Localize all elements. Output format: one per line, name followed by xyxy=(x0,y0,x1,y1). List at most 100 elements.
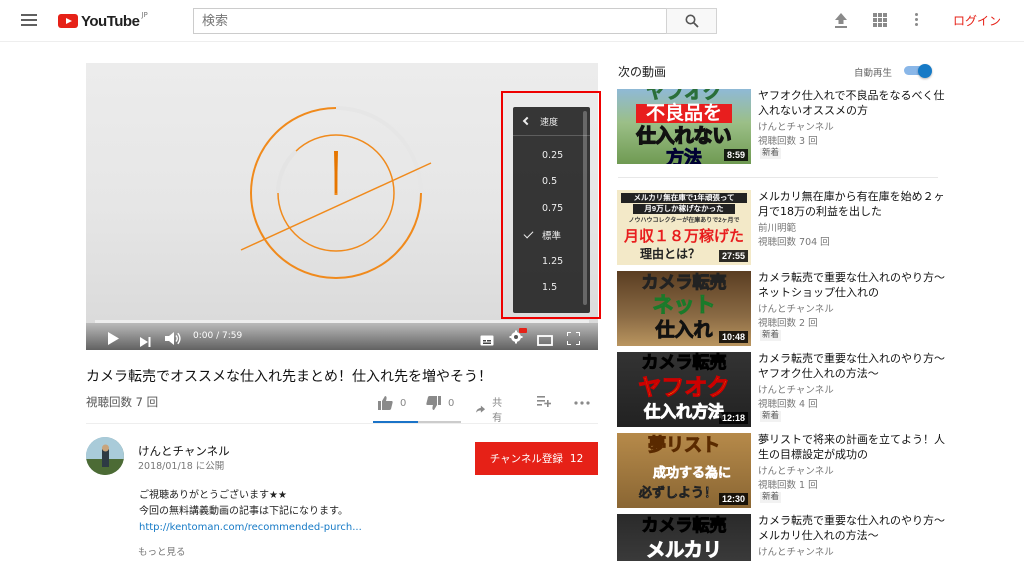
recommended-video[interactable]: カメラ転売 ネット 仕入れ 10:48 カメラ転売で重要な仕入れのやり方〜ネット… xyxy=(617,271,950,346)
speed-option[interactable]: 1.25 xyxy=(513,248,590,275)
theater-mode-button[interactable] xyxy=(537,331,553,350)
recommended-title[interactable]: カメラ転売で重要な仕入れのやり方〜ヤフオク仕入れの方法〜 xyxy=(758,352,950,381)
recommended-channel: けんとチャンネル xyxy=(758,466,834,477)
play-button[interactable] xyxy=(107,330,119,349)
login-link[interactable]: ログイン xyxy=(953,12,1001,29)
recommended-video[interactable]: カメラ転売 メルカリ カメラ転売で重要な仕入れのやり方〜メルカリ仕入れの方法〜 … xyxy=(617,514,950,561)
share-icon xyxy=(476,405,486,413)
video-player[interactable]: 速度 0.25 0.5 0.75 標準 1.25 1.5 0:00 / 7:59 xyxy=(86,63,598,350)
fullscreen-button[interactable] xyxy=(566,330,581,349)
video-description: ご視聴ありがとうございます★★ 今回の無料講義動画の記事は下記になります。 ht… xyxy=(139,488,362,536)
top-bar: YouTube JP ログイン xyxy=(0,0,1024,42)
recommended-channel: 前川明範 xyxy=(758,223,797,234)
like-count: 0 xyxy=(400,397,407,409)
recommended-title[interactable]: ヤフオク仕入れで不良品をなるべく仕入れないオススメの方 xyxy=(758,89,950,118)
settings-button[interactable] xyxy=(509,328,527,348)
recommended-channel: けんとチャンネル xyxy=(758,304,834,315)
recommended-video[interactable]: ヤフオク 不良品を 仕入れない 方法 8:59 ヤフオク仕入れで不良品をなるべく… xyxy=(617,89,950,164)
share-button[interactable]: 共有 xyxy=(476,394,506,424)
speed-option[interactable]: 0.75 xyxy=(513,195,590,222)
recommended-title[interactable]: メルカリ無在庫から有在庫を始め２ヶ月で18万の利益を出した xyxy=(758,190,950,219)
video-thumbnail[interactable]: カメラ転売 ネット 仕入れ 10:48 xyxy=(617,271,751,346)
upload-icon[interactable] xyxy=(834,11,848,29)
speed-menu-title: 速度 xyxy=(540,117,559,128)
dislike-button[interactable]: 0 xyxy=(426,396,454,410)
recommended-channel: けんとチャンネル xyxy=(758,547,834,558)
video-thumbnail[interactable]: ヤフオク 不良品を 仕入れない 方法 8:59 xyxy=(617,89,751,164)
player-controls: 0:00 / 7:59 xyxy=(86,323,598,350)
video-thumbnail[interactable]: カメラ転売 メルカリ xyxy=(617,514,751,561)
recommended-views: 視聴回数 3 回 xyxy=(758,136,818,147)
video-duration: 10:48 xyxy=(718,331,748,343)
thumbnail-text: 月収１８万稼げた xyxy=(623,228,744,245)
search-button[interactable] xyxy=(666,8,717,34)
speed-option[interactable]: 1.5 xyxy=(513,275,590,302)
video-duration: 8:59 xyxy=(723,149,748,161)
speed-option[interactable]: 標準 xyxy=(513,222,590,249)
thumbnail-text: ノウハウコレクターが在庫ありで2ヶ月で xyxy=(628,218,740,224)
recommended-video[interactable]: カメラ転売 ヤフオク 仕入れ方法 12:18 カメラ転売で重要な仕入れのやり方〜… xyxy=(617,352,950,427)
share-label: 共有 xyxy=(492,398,503,424)
youtube-logo[interactable]: YouTube JP xyxy=(58,11,148,31)
add-to-playlist-button[interactable] xyxy=(537,395,551,407)
channel-name[interactable]: けんとチャンネル xyxy=(138,443,230,459)
speed-option-label: 1.25 xyxy=(542,255,564,267)
video-thumbnail[interactable]: カメラ転売 ヤフオク 仕入れ方法 12:18 xyxy=(617,352,751,427)
subscribe-button[interactable]: チャンネル登録 12 xyxy=(475,442,598,475)
recommended-video[interactable]: メルカリ無在庫で1年頑張って 月9万しか稼げなかった ノウハウコレクターが在庫あ… xyxy=(617,190,950,265)
recommended-title[interactable]: カメラ転売で重要な仕入れのやり方〜メルカリ仕入れの方法〜 xyxy=(758,514,950,543)
thumbnail-text: ヤフオク xyxy=(646,89,723,103)
video-thumbnail[interactable]: メルカリ無在庫で1年頑張って 月9万しか稼げなかった ノウハウコレクターが在庫あ… xyxy=(617,190,751,265)
play-icon xyxy=(108,332,119,345)
volume-button[interactable] xyxy=(165,330,182,349)
thumbnail-text: メルカリ無在庫で1年頑張って xyxy=(621,193,747,203)
time-display: 0:00 / 7:59 xyxy=(193,331,243,341)
channel-avatar[interactable] xyxy=(86,437,124,475)
thumbnail-text: メルカリ xyxy=(646,540,722,561)
new-badge: 新着 xyxy=(760,492,782,503)
logo-wordmark: YouTube xyxy=(81,12,140,30)
recommended-title[interactable]: 夢リストで将来の計画を立てよう！人生の目標設定が成功の xyxy=(758,433,950,462)
video-thumbnail[interactable]: 夢リスト 成功する為に 必ずしよう！ 12:30 xyxy=(617,433,751,508)
autoplay-label: 自動再生 xyxy=(854,68,893,79)
thumbnail-text: カメラ転売 xyxy=(641,516,727,535)
speed-options: 0.25 0.5 0.75 標準 1.25 1.5 xyxy=(513,136,590,301)
new-badge: 新着 xyxy=(760,148,782,159)
speed-option[interactable]: 0.25 xyxy=(513,142,590,169)
more-horiz-icon xyxy=(574,401,590,405)
recommended-video[interactable]: 夢リスト 成功する為に 必ずしよう！ 12:30 夢リストで将来の計画を立てよう… xyxy=(617,433,950,508)
thumbnail-text: 夢リスト xyxy=(648,435,721,455)
theater-mode-icon xyxy=(537,335,553,346)
menu-icon[interactable] xyxy=(21,14,37,26)
description-link[interactable]: http://kentoman.com/recommended-purch... xyxy=(139,522,362,533)
speed-option[interactable]: 0.5 xyxy=(513,169,590,196)
recommended-views: 視聴回数 704 回 xyxy=(758,237,830,248)
speed-menu-scrollbar[interactable] xyxy=(583,111,587,305)
up-next-heading: 次の動画 xyxy=(618,65,667,79)
check-icon xyxy=(523,228,534,238)
more-actions-button[interactable] xyxy=(574,401,590,405)
search-input[interactable] xyxy=(193,8,667,34)
thumbnail-text: ヤフオク xyxy=(638,374,731,400)
apps-icon[interactable] xyxy=(873,13,887,27)
info-divider xyxy=(86,423,598,424)
thumbnail-text: 不良品を xyxy=(636,104,732,123)
chevron-left-icon xyxy=(522,116,532,126)
subscribe-label: チャンネル登録 xyxy=(489,453,563,465)
subtitles-button[interactable] xyxy=(480,331,494,350)
thumbnail-text: 成功する為に xyxy=(652,465,732,480)
publish-date: 2018/01/18 に公開 xyxy=(138,461,225,472)
new-badge: 新着 xyxy=(760,411,782,422)
recommended-channel: けんとチャンネル xyxy=(758,122,834,133)
show-more-button[interactable]: もっと見る xyxy=(138,544,186,558)
like-button[interactable]: 0 xyxy=(378,396,406,410)
speed-menu-back[interactable]: 速度 xyxy=(513,107,590,136)
more-vert-icon[interactable] xyxy=(915,13,919,28)
subtitles-icon xyxy=(480,335,494,346)
gear-icon xyxy=(509,328,527,344)
view-count: 視聴回数 7 回 xyxy=(86,395,159,409)
autoplay-toggle[interactable] xyxy=(904,64,932,78)
next-button[interactable] xyxy=(140,332,151,350)
video-duration: 12:18 xyxy=(718,412,748,424)
recommended-title[interactable]: カメラ転売で重要な仕入れのやり方〜ネットショップ仕入れの xyxy=(758,271,950,300)
